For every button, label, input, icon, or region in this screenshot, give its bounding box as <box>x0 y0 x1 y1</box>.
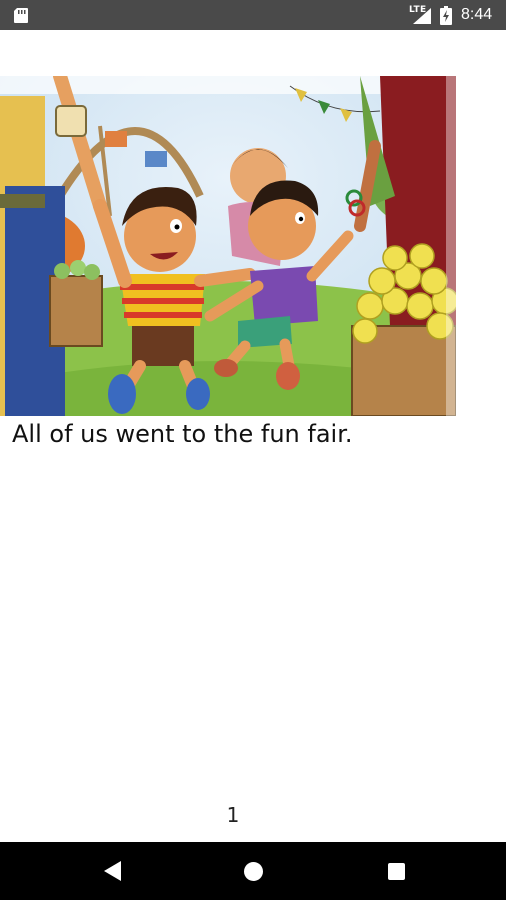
sd-card-icon <box>14 8 28 23</box>
battery-charging-icon <box>440 6 452 25</box>
home-icon <box>243 861 263 881</box>
home-button[interactable] <box>223 842 283 900</box>
story-caption: All of us went to the fun fair. <box>12 420 353 448</box>
navigation-bar <box>0 842 506 900</box>
recents-icon <box>387 862 405 880</box>
back-button[interactable] <box>82 842 142 900</box>
recents-button[interactable] <box>366 842 426 900</box>
clock: 8:44 <box>461 6 493 23</box>
back-icon <box>103 861 121 881</box>
status-bar: LTE 8:44 <box>0 0 506 30</box>
story-illustration <box>0 76 456 416</box>
signal-icon <box>413 8 431 24</box>
page-number: 1 <box>226 803 240 827</box>
